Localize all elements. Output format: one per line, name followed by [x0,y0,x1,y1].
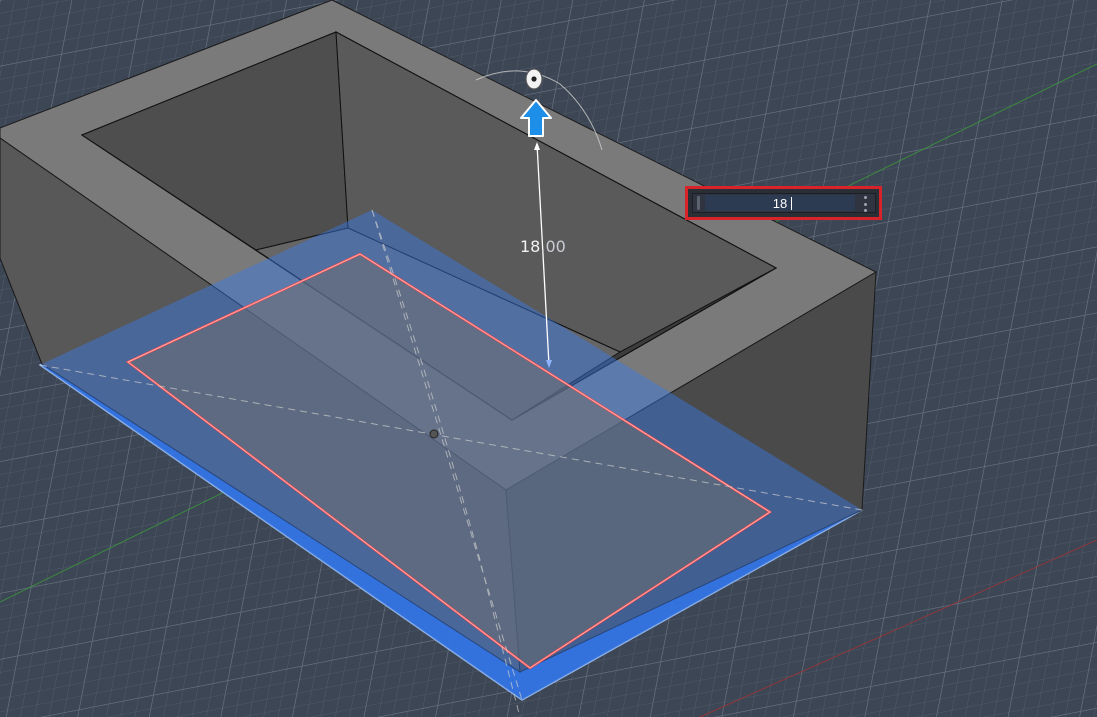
dimension-input[interactable] [705,195,855,211]
dimension-input-widget [685,186,882,220]
dimension-label: 18.00 [520,237,566,256]
dimension-input-frame [692,193,876,213]
face-center-point [429,429,439,439]
kebab-menu-icon[interactable] [861,196,869,212]
rotate-handle-icon[interactable] [525,68,543,90]
3d-viewport[interactable]: 18.00 [0,0,1097,717]
text-caret [791,197,792,210]
drag-grip-icon[interactable] [697,196,700,210]
